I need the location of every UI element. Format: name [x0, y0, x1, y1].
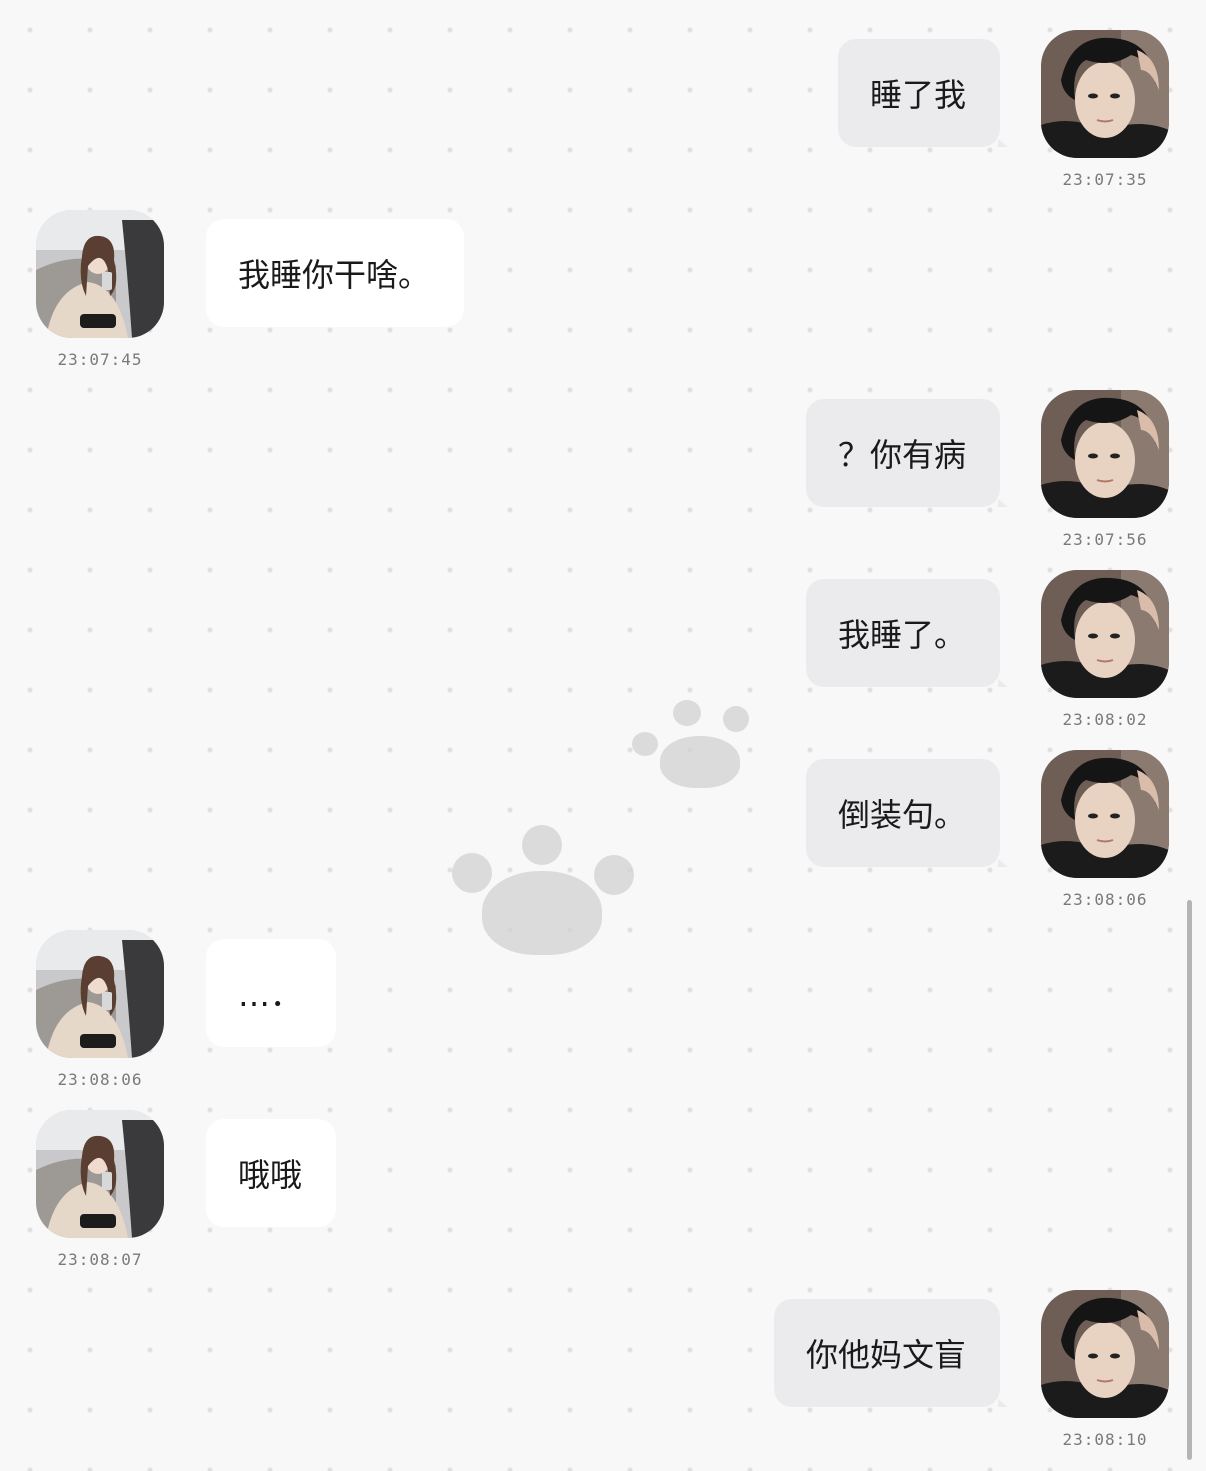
message-timestamp: 23:08:10	[1062, 1430, 1148, 1449]
message-timestamp: 23:08:02	[1062, 710, 1148, 729]
scrollbar[interactable]	[1187, 900, 1192, 1460]
avatar-image	[1041, 570, 1169, 698]
incoming-message-bubble[interactable]: 我睡你干啥。	[206, 219, 465, 327]
message-timestamp: 23:07:35	[1062, 170, 1148, 189]
message-row: …． 23:08:06	[0, 930, 1206, 1100]
avatar-image	[36, 1110, 164, 1238]
outgoing-avatar[interactable]	[1041, 30, 1169, 158]
message-text: 睡了我	[869, 76, 966, 114]
message-text: 我睡你干啥。	[238, 256, 431, 294]
outgoing-avatar[interactable]	[1041, 750, 1169, 878]
avatar-image	[1041, 30, 1169, 158]
message-text: ？你有病	[837, 436, 966, 474]
avatar-image	[36, 930, 164, 1058]
message-row: ？你有病 23:07:56	[0, 390, 1206, 560]
incoming-message-bubble[interactable]: 哦哦	[206, 1119, 337, 1227]
outgoing-message-bubble[interactable]: 我睡了。	[805, 579, 1009, 687]
message-row: 我睡你干啥。 23:07:45	[0, 210, 1206, 380]
chat-area[interactable]: 睡了我 23:07:35 我睡你干啥。 23:07:45 ？你有病 23:07:56 …	[0, 0, 1206, 1471]
outgoing-avatar[interactable]	[1041, 570, 1169, 698]
incoming-avatar[interactable]	[36, 210, 164, 338]
message-row: 睡了我 23:07:35	[0, 30, 1206, 200]
outgoing-avatar[interactable]	[1041, 390, 1169, 518]
message-text: 倒装句。	[837, 796, 966, 834]
message-row: 倒装句。 23:08:06	[0, 750, 1206, 920]
message-timestamp: 23:08:07	[57, 1250, 143, 1269]
outgoing-message-bubble[interactable]: 你他妈文盲	[773, 1299, 1009, 1407]
avatar-image	[1041, 390, 1169, 518]
outgoing-avatar[interactable]	[1041, 1290, 1169, 1418]
message-row: 我睡了。 23:08:02	[0, 570, 1206, 740]
message-timestamp: 23:08:06	[57, 1070, 143, 1089]
message-text: 哦哦	[238, 1156, 303, 1194]
message-timestamp: 23:08:06	[1062, 890, 1148, 909]
outgoing-message-bubble[interactable]: 睡了我	[837, 39, 1009, 147]
avatar-image	[36, 210, 164, 338]
message-row: 你他妈文盲 23:08:10	[0, 1290, 1206, 1460]
incoming-avatar[interactable]	[36, 1110, 164, 1238]
incoming-message-bubble[interactable]: …．	[206, 939, 337, 1047]
message-row: 哦哦 23:08:07	[0, 1110, 1206, 1280]
message-text: …．	[238, 976, 303, 1014]
avatar-image	[1041, 1290, 1169, 1418]
outgoing-message-bubble[interactable]: 倒装句。	[805, 759, 1009, 867]
outgoing-message-bubble[interactable]: ？你有病	[805, 399, 1009, 507]
incoming-avatar[interactable]	[36, 930, 164, 1058]
message-text: 我睡了。	[837, 616, 966, 654]
message-timestamp: 23:07:56	[1062, 530, 1148, 549]
message-timestamp: 23:07:45	[57, 350, 143, 369]
message-text: 你他妈文盲	[805, 1336, 966, 1374]
avatar-image	[1041, 750, 1169, 878]
